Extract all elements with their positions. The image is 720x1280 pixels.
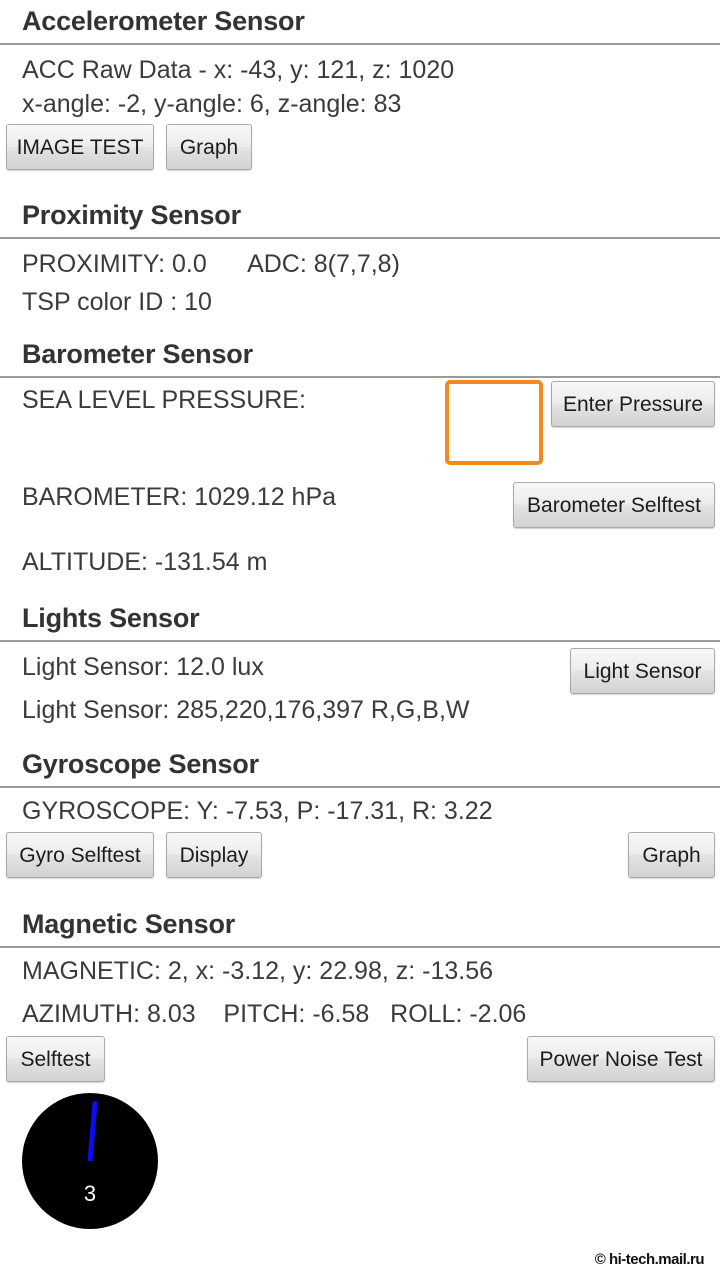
barometer-value: BAROMETER: 1029.12 hPa bbox=[22, 483, 337, 511]
divider-proximity bbox=[0, 237, 720, 239]
light-sensor-rgbw: Light Sensor: 285,220,176,397 R,G,B,W bbox=[22, 696, 470, 724]
compass-widget: 3 bbox=[22, 1093, 158, 1229]
divider-accelerometer bbox=[0, 43, 720, 45]
accelerometer-raw-data: ACC Raw Data - x: -43, y: 121, z: 1020 bbox=[22, 56, 455, 84]
power-noise-test-button[interactable]: Power Noise Test bbox=[527, 1036, 715, 1082]
altitude-value: ALTITUDE: -131.54 m bbox=[22, 548, 268, 576]
enter-pressure-button[interactable]: Enter Pressure bbox=[551, 381, 715, 427]
light-sensor-button[interactable]: Light Sensor bbox=[570, 648, 715, 694]
sensor-test-screen: Accelerometer Sensor ACC Raw Data - x: -… bbox=[0, 0, 720, 1280]
accelerometer-graph-button[interactable]: Graph bbox=[166, 124, 252, 170]
magnetic-orientation: AZIMUTH: 8.03 PITCH: -6.58 ROLL: -2.06 bbox=[22, 1000, 527, 1028]
section-title-magnetic: Magnetic Sensor bbox=[22, 909, 236, 939]
gyro-graph-button[interactable]: Graph bbox=[628, 832, 715, 878]
divider-barometer bbox=[0, 376, 720, 378]
section-title-lights: Lights Sensor bbox=[22, 603, 200, 633]
section-title-barometer: Barometer Sensor bbox=[22, 339, 253, 369]
sea-level-pressure-input[interactable] bbox=[445, 380, 543, 465]
proximity-value: PROXIMITY: 0.0 ADC: 8(7,7,8) bbox=[22, 250, 400, 278]
sea-level-pressure-label: SEA LEVEL PRESSURE: bbox=[22, 386, 306, 414]
light-sensor-lux: Light Sensor: 12.0 lux bbox=[22, 653, 264, 681]
compass-needle-icon bbox=[87, 1101, 98, 1162]
watermark: © hi-tech.mail.ru bbox=[594, 1251, 705, 1268]
section-title-accelerometer: Accelerometer Sensor bbox=[22, 6, 305, 36]
gyro-selftest-button[interactable]: Gyro Selftest bbox=[6, 832, 154, 878]
tsp-color-id: TSP color ID : 10 bbox=[22, 288, 212, 316]
accelerometer-angles: x-angle: -2, y-angle: 6, z-angle: 83 bbox=[22, 90, 402, 118]
image-test-button[interactable]: IMAGE TEST bbox=[6, 124, 154, 170]
magnetic-values: MAGNETIC: 2, x: -3.12, y: 22.98, z: -13.… bbox=[22, 957, 494, 985]
divider-gyroscope bbox=[0, 786, 720, 788]
magnetic-selftest-button[interactable]: Selftest bbox=[6, 1036, 105, 1082]
compass-value: 3 bbox=[83, 1181, 97, 1206]
gyro-display-button[interactable]: Display bbox=[166, 832, 262, 878]
divider-magnetic bbox=[0, 946, 720, 948]
barometer-selftest-button[interactable]: Barometer Selftest bbox=[513, 482, 715, 528]
section-title-gyroscope: Gyroscope Sensor bbox=[22, 749, 259, 779]
gyroscope-values: GYROSCOPE: Y: -7.53, P: -17.31, R: 3.22 bbox=[22, 797, 493, 825]
divider-lights bbox=[0, 640, 720, 642]
section-title-proximity: Proximity Sensor bbox=[22, 200, 241, 230]
